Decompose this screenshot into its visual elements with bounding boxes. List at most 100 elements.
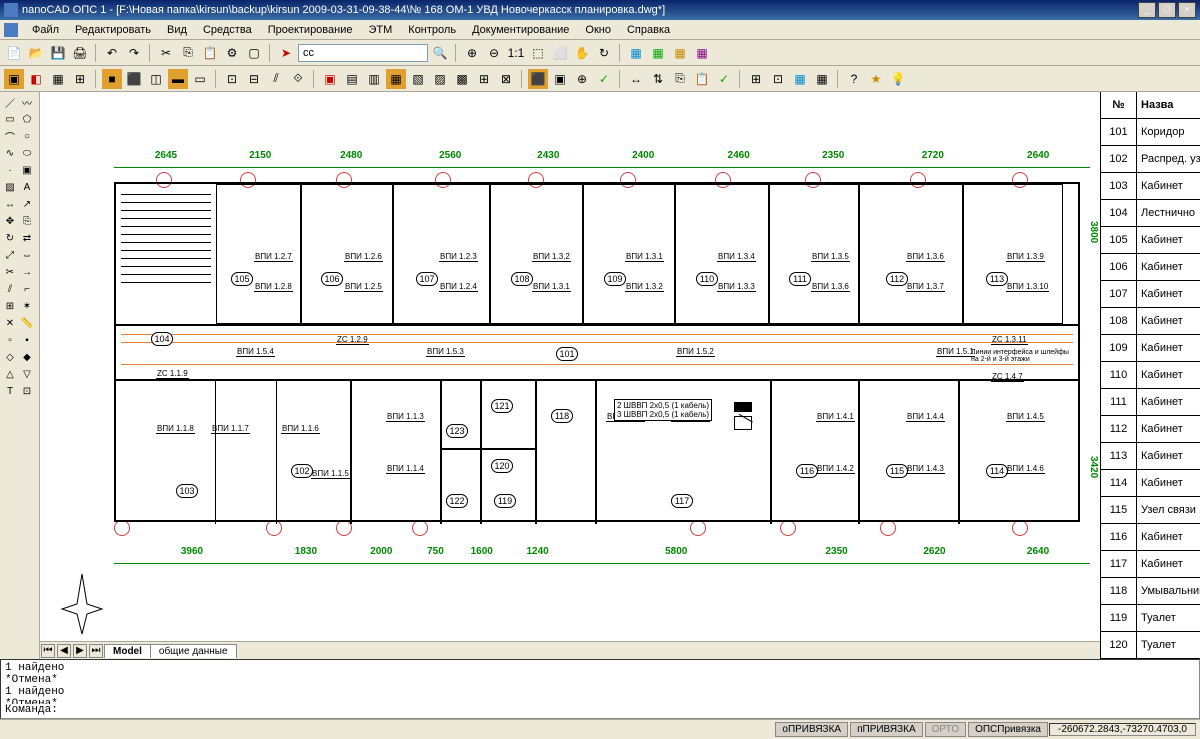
lt-36-icon[interactable]: ⊡ — [19, 383, 35, 399]
t2-15-icon[interactable]: ▤ — [342, 69, 362, 89]
status-ortho[interactable]: ОРТО — [925, 722, 966, 737]
hatch-icon[interactable]: ▨ — [2, 179, 18, 195]
zoom-11-icon[interactable]: 1:1 — [506, 43, 526, 63]
t2-9-icon[interactable]: ▭ — [190, 69, 210, 89]
t2-12-icon[interactable]: ⫽ — [266, 69, 286, 89]
select-icon[interactable]: ▢ — [244, 43, 264, 63]
t2-4-icon[interactable]: ⊞ — [70, 69, 90, 89]
menu-view[interactable]: Вид — [159, 22, 195, 38]
t2-34-icon[interactable]: ▦ — [790, 69, 810, 89]
t2-28-icon[interactable]: ⇅ — [648, 69, 668, 89]
rect-icon[interactable]: ▭ — [2, 111, 18, 127]
t2-8-icon[interactable]: ▬ — [168, 69, 188, 89]
zoom-window-icon[interactable]: ⬚ — [528, 43, 548, 63]
cut-icon[interactable]: ✂ — [156, 43, 176, 63]
layer4-icon[interactable]: ▦ — [692, 43, 712, 63]
block-icon[interactable]: ▣ — [19, 162, 35, 178]
tab-last-icon[interactable]: ⏭ — [89, 644, 103, 658]
circle-icon[interactable]: ○ — [19, 128, 35, 144]
ellipse-icon[interactable]: ⬭ — [19, 145, 35, 161]
t2-31-icon[interactable]: ✓ — [714, 69, 734, 89]
copy-icon[interactable]: ⎘ — [178, 43, 198, 63]
print-icon[interactable]: 🖨 — [70, 43, 90, 63]
t2-32-icon[interactable]: ⊞ — [746, 69, 766, 89]
t2-tip-icon[interactable]: 💡 — [888, 69, 908, 89]
t2-23-icon[interactable]: ⬛ — [528, 69, 548, 89]
save-icon[interactable]: 💾 — [48, 43, 68, 63]
array-icon[interactable]: ⊞ — [2, 298, 18, 314]
maximize-button[interactable]: □ — [1158, 2, 1176, 18]
props-icon[interactable]: ⚙ — [222, 43, 242, 63]
t2-11-icon[interactable]: ⊟ — [244, 69, 264, 89]
lt-33-icon[interactable]: △ — [2, 366, 18, 382]
t2-19-icon[interactable]: ▨ — [430, 69, 450, 89]
lt-31-icon[interactable]: ◇ — [2, 349, 18, 365]
lt-32-icon[interactable]: ◆ — [19, 349, 35, 365]
t2-27-icon[interactable]: ↔ — [626, 69, 646, 89]
drawing-canvas[interactable]: 2645 2150 2480 2560 2430 2400 2460 2350 … — [40, 92, 1100, 641]
t2-5-icon[interactable]: ■ — [102, 69, 122, 89]
zoom-in-icon[interactable]: ⊕ — [462, 43, 482, 63]
t2-16-icon[interactable]: ▥ — [364, 69, 384, 89]
find-icon[interactable]: ➤ — [276, 43, 296, 63]
pline-icon[interactable]: 〰 — [19, 94, 35, 110]
menu-file[interactable]: Файл — [24, 22, 67, 38]
arc-icon[interactable]: ⌒ — [2, 128, 18, 144]
new-icon[interactable]: 📄 — [4, 43, 24, 63]
scale-icon[interactable]: ⤢ — [2, 247, 18, 263]
pan-icon[interactable]: ✋ — [572, 43, 592, 63]
explode-icon[interactable]: ✶ — [19, 298, 35, 314]
lt-T-icon[interactable]: T — [2, 383, 18, 399]
t2-24-icon[interactable]: ▣ — [550, 69, 570, 89]
trim-icon[interactable]: ✂ — [2, 264, 18, 280]
t2-29-icon[interactable]: ⎘ — [670, 69, 690, 89]
t2-21-icon[interactable]: ⊞ — [474, 69, 494, 89]
menu-tools[interactable]: Средства — [195, 22, 260, 38]
t2-2-icon[interactable]: ◧ — [26, 69, 46, 89]
t2-14-icon[interactable]: ▣ — [320, 69, 340, 89]
menu-etm[interactable]: ЭТМ — [360, 22, 400, 38]
zoom-out-icon[interactable]: ⊖ — [484, 43, 504, 63]
extend-icon[interactable]: → — [19, 264, 35, 280]
stretch-icon[interactable]: ⇔ — [19, 247, 35, 263]
search-input[interactable] — [298, 44, 428, 62]
lt-30-icon[interactable]: ▪ — [19, 332, 35, 348]
lt-29-icon[interactable]: ▫ — [2, 332, 18, 348]
t2-1-icon[interactable]: ▣ — [4, 69, 24, 89]
tab-next-icon[interactable]: ▶ — [73, 644, 87, 658]
poly-icon[interactable]: ⬠ — [19, 111, 35, 127]
status-osnap[interactable]: оПРИВЯЗКА — [775, 722, 848, 737]
menu-docs[interactable]: Документирование — [464, 22, 577, 38]
t2-6-icon[interactable]: ⬛ — [124, 69, 144, 89]
menu-help[interactable]: Справка — [619, 22, 678, 38]
t2-3-icon[interactable]: ▦ — [48, 69, 68, 89]
t2-about-icon[interactable]: ★ — [866, 69, 886, 89]
tab-prev-icon[interactable]: ◀ — [57, 644, 71, 658]
zoom-extent-icon[interactable]: ⬜ — [550, 43, 570, 63]
t2-30-icon[interactable]: 📋 — [692, 69, 712, 89]
lt-34-icon[interactable]: ▽ — [19, 366, 35, 382]
t2-17-icon[interactable]: ▦ — [386, 69, 406, 89]
menu-window[interactable]: Окно — [577, 22, 619, 38]
mirror-icon[interactable]: ⇄ — [19, 230, 35, 246]
menu-design[interactable]: Проектирование — [260, 22, 361, 38]
t2-25-icon[interactable]: ⊕ — [572, 69, 592, 89]
tab-sheet[interactable]: общие данные — [150, 644, 237, 658]
t2-22-icon[interactable]: ⊠ — [496, 69, 516, 89]
t2-18-icon[interactable]: ▧ — [408, 69, 428, 89]
line-icon[interactable]: ／ — [2, 94, 18, 110]
spline-icon[interactable]: ∿ — [2, 145, 18, 161]
leader-icon[interactable]: ↗ — [19, 196, 35, 212]
undo-icon[interactable]: ↶ — [102, 43, 122, 63]
t2-help-icon[interactable]: ? — [844, 69, 864, 89]
t2-33-icon[interactable]: ⊡ — [768, 69, 788, 89]
regen-icon[interactable]: ↻ — [594, 43, 614, 63]
layer1-icon[interactable]: ▦ — [626, 43, 646, 63]
t2-35-icon[interactable]: ▦ — [812, 69, 832, 89]
point-icon[interactable]: · — [2, 162, 18, 178]
layer3-icon[interactable]: ▦ — [670, 43, 690, 63]
status-opssnap[interactable]: ОПСПривязка — [968, 722, 1048, 737]
copy2-icon[interactable]: ⎘ — [19, 213, 35, 229]
menu-edit[interactable]: Редактировать — [67, 22, 159, 38]
rotate-icon[interactable]: ↻ — [2, 230, 18, 246]
